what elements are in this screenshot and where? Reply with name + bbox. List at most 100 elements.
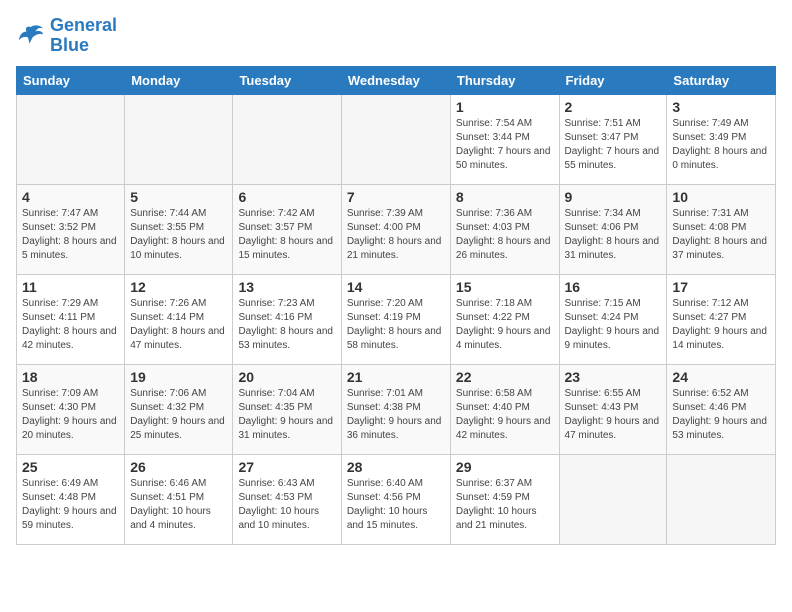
table-row: 27 Sunrise: 6:43 AMSunset: 4:53 PMDayligh… bbox=[233, 454, 341, 544]
day-number: 6 bbox=[238, 189, 335, 205]
day-number: 7 bbox=[347, 189, 445, 205]
table-row: 23Sunrise: 6:55 AMSunset: 4:43 PMDayligh… bbox=[559, 364, 667, 454]
day-number: 19 bbox=[130, 369, 227, 385]
table-row bbox=[667, 454, 776, 544]
day-info: Sunrise: 6:43 AMSunset: 4:53 PMDaylight:… bbox=[238, 477, 335, 533]
day-header-monday: Monday bbox=[125, 66, 233, 94]
table-row: 1 Sunrise: 7:54 AMSunset: 3:44 PMDaylight… bbox=[450, 94, 559, 184]
calendar-header-row: SundayMondayTuesdayWednesdayThursdayFrid… bbox=[17, 66, 776, 94]
day-info: Sunrise: 6:49 AMSunset: 4:48 PMDaylight:… bbox=[22, 477, 119, 533]
day-number: 14 bbox=[347, 279, 445, 295]
table-row: 10 Sunrise: 7:31 AMSunset: 4:08 PMDayligh… bbox=[667, 184, 776, 274]
calendar-week-1: 1 Sunrise: 7:54 AMSunset: 3:44 PMDaylight… bbox=[17, 94, 776, 184]
day-number: 23 bbox=[565, 369, 662, 385]
day-info: Sunrise: 6:58 AMSunset: 4:40 PMDaylight:… bbox=[456, 387, 554, 443]
table-row: 29 Sunrise: 6:37 AMSunset: 4:59 PMDayligh… bbox=[450, 454, 559, 544]
table-row: 19 Sunrise: 7:06 AMSunset: 4:32 PMDayligh… bbox=[125, 364, 233, 454]
table-row: 6Sunrise: 7:42 AMSunset: 3:57 PMDaylight… bbox=[233, 184, 341, 274]
day-number: 4 bbox=[22, 189, 119, 205]
day-number: 24 bbox=[672, 369, 770, 385]
table-row: 8 Sunrise: 7:36 AMSunset: 4:03 PMDaylight… bbox=[450, 184, 559, 274]
logo-text: General Blue bbox=[50, 16, 117, 56]
day-info: Sunrise: 7:54 AMSunset: 3:44 PMDaylight:… bbox=[456, 117, 554, 173]
table-row: 25 Sunrise: 6:49 AMSunset: 4:48 PMDayligh… bbox=[17, 454, 125, 544]
day-info: Sunrise: 7:12 AMSunset: 4:27 PMDaylight:… bbox=[672, 297, 770, 353]
calendar-table: SundayMondayTuesdayWednesdayThursdayFrid… bbox=[16, 66, 776, 545]
day-number: 12 bbox=[130, 279, 227, 295]
day-number: 11 bbox=[22, 279, 119, 295]
day-header-sunday: Sunday bbox=[17, 66, 125, 94]
calendar-week-5: 25 Sunrise: 6:49 AMSunset: 4:48 PMDayligh… bbox=[17, 454, 776, 544]
day-number: 18 bbox=[22, 369, 119, 385]
day-number: 25 bbox=[22, 459, 119, 475]
day-header-friday: Friday bbox=[559, 66, 667, 94]
day-number: 16 bbox=[565, 279, 662, 295]
calendar-week-4: 18 Sunrise: 7:09 AMSunset: 4:30 PMDayligh… bbox=[17, 364, 776, 454]
day-number: 1 bbox=[456, 99, 554, 115]
table-row: 22 Sunrise: 6:58 AMSunset: 4:40 PMDayligh… bbox=[450, 364, 559, 454]
calendar-week-2: 4 Sunrise: 7:47 AMSunset: 3:52 PMDaylight… bbox=[17, 184, 776, 274]
table-row: 15 Sunrise: 7:18 AMSunset: 4:22 PMDayligh… bbox=[450, 274, 559, 364]
table-row: 16 Sunrise: 7:15 AMSunset: 4:24 PMDayligh… bbox=[559, 274, 667, 364]
table-row: 18 Sunrise: 7:09 AMSunset: 4:30 PMDayligh… bbox=[17, 364, 125, 454]
day-number: 21 bbox=[347, 369, 445, 385]
day-number: 2 bbox=[565, 99, 662, 115]
table-row: 5Sunrise: 7:44 AMSunset: 3:55 PMDaylight… bbox=[125, 184, 233, 274]
table-row: 9 Sunrise: 7:34 AMSunset: 4:06 PMDaylight… bbox=[559, 184, 667, 274]
page-header: General Blue bbox=[16, 16, 776, 56]
day-header-wednesday: Wednesday bbox=[341, 66, 450, 94]
day-info: Sunrise: 7:06 AMSunset: 4:32 PMDaylight:… bbox=[130, 387, 227, 443]
calendar-week-3: 11Sunrise: 7:29 AMSunset: 4:11 PMDayligh… bbox=[17, 274, 776, 364]
table-row bbox=[559, 454, 667, 544]
day-number: 9 bbox=[565, 189, 662, 205]
day-info: Sunrise: 7:39 AMSunset: 4:00 PMDaylight:… bbox=[347, 207, 445, 263]
day-info: Sunrise: 7:49 AMSunset: 3:49 PMDaylight:… bbox=[672, 117, 770, 173]
table-row: 21 Sunrise: 7:01 AMSunset: 4:38 PMDayligh… bbox=[341, 364, 450, 454]
day-header-tuesday: Tuesday bbox=[233, 66, 341, 94]
day-info: Sunrise: 7:44 AMSunset: 3:55 PMDaylight:… bbox=[130, 207, 227, 263]
day-info: Sunrise: 6:52 AMSunset: 4:46 PMDaylight:… bbox=[672, 387, 770, 443]
day-info: Sunrise: 7:47 AMSunset: 3:52 PMDaylight:… bbox=[22, 207, 119, 263]
table-row: 26 Sunrise: 6:46 AMSunset: 4:51 PMDayligh… bbox=[125, 454, 233, 544]
day-number: 10 bbox=[672, 189, 770, 205]
day-number: 15 bbox=[456, 279, 554, 295]
day-info: Sunrise: 7:26 AMSunset: 4:14 PMDaylight:… bbox=[130, 297, 227, 353]
day-number: 13 bbox=[238, 279, 335, 295]
day-header-thursday: Thursday bbox=[450, 66, 559, 94]
day-info: Sunrise: 6:46 AMSunset: 4:51 PMDaylight:… bbox=[130, 477, 227, 533]
day-header-saturday: Saturday bbox=[667, 66, 776, 94]
table-row: 13 Sunrise: 7:23 AMSunset: 4:16 PMDayligh… bbox=[233, 274, 341, 364]
day-number: 28 bbox=[347, 459, 445, 475]
table-row: 28 Sunrise: 6:40 AMSunset: 4:56 PMDayligh… bbox=[341, 454, 450, 544]
table-row: 12 Sunrise: 7:26 AMSunset: 4:14 PMDayligh… bbox=[125, 274, 233, 364]
day-info: Sunrise: 7:31 AMSunset: 4:08 PMDaylight:… bbox=[672, 207, 770, 263]
table-row bbox=[17, 94, 125, 184]
day-info: Sunrise: 7:23 AMSunset: 4:16 PMDaylight:… bbox=[238, 297, 335, 353]
table-row: 3 Sunrise: 7:49 AMSunset: 3:49 PMDaylight… bbox=[667, 94, 776, 184]
day-info: Sunrise: 7:01 AMSunset: 4:38 PMDaylight:… bbox=[347, 387, 445, 443]
day-info: Sunrise: 7:36 AMSunset: 4:03 PMDaylight:… bbox=[456, 207, 554, 263]
table-row: 20Sunrise: 7:04 AMSunset: 4:35 PMDayligh… bbox=[233, 364, 341, 454]
table-row bbox=[125, 94, 233, 184]
day-info: Sunrise: 7:34 AMSunset: 4:06 PMDaylight:… bbox=[565, 207, 662, 263]
day-info: Sunrise: 6:40 AMSunset: 4:56 PMDaylight:… bbox=[347, 477, 445, 533]
day-info: Sunrise: 6:37 AMSunset: 4:59 PMDaylight:… bbox=[456, 477, 554, 533]
table-row bbox=[341, 94, 450, 184]
day-number: 8 bbox=[456, 189, 554, 205]
day-number: 3 bbox=[672, 99, 770, 115]
day-info: Sunrise: 7:15 AMSunset: 4:24 PMDaylight:… bbox=[565, 297, 662, 353]
table-row: 2Sunrise: 7:51 AMSunset: 3:47 PMDaylight… bbox=[559, 94, 667, 184]
day-info: Sunrise: 7:18 AMSunset: 4:22 PMDaylight:… bbox=[456, 297, 554, 353]
table-row: 14 Sunrise: 7:20 AMSunset: 4:19 PMDayligh… bbox=[341, 274, 450, 364]
day-number: 29 bbox=[456, 459, 554, 475]
table-row: 17Sunrise: 7:12 AMSunset: 4:27 PMDayligh… bbox=[667, 274, 776, 364]
day-info: Sunrise: 7:20 AMSunset: 4:19 PMDaylight:… bbox=[347, 297, 445, 353]
table-row: 24 Sunrise: 6:52 AMSunset: 4:46 PMDayligh… bbox=[667, 364, 776, 454]
day-number: 27 bbox=[238, 459, 335, 475]
day-info: Sunrise: 7:09 AMSunset: 4:30 PMDaylight:… bbox=[22, 387, 119, 443]
table-row: 7 Sunrise: 7:39 AMSunset: 4:00 PMDaylight… bbox=[341, 184, 450, 274]
day-number: 22 bbox=[456, 369, 554, 385]
day-number: 26 bbox=[130, 459, 227, 475]
day-number: 20 bbox=[238, 369, 335, 385]
table-row bbox=[233, 94, 341, 184]
